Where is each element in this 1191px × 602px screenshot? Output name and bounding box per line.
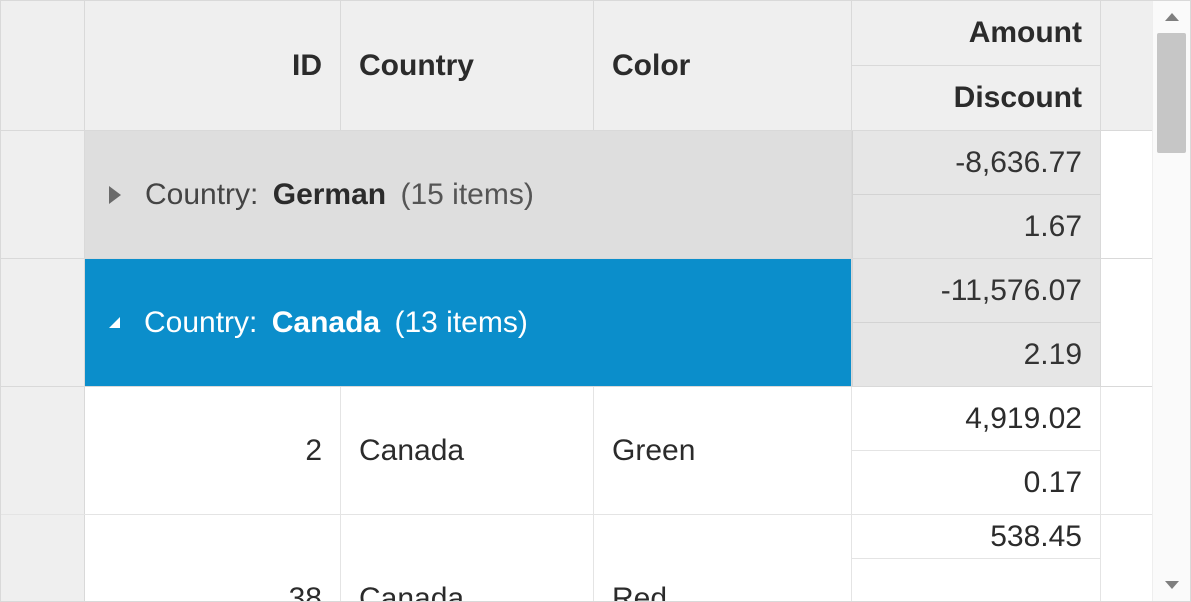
cell-country[interactable]: Canada (341, 387, 594, 514)
cell-country[interactable]: Canada (341, 515, 594, 601)
group-gutter (1, 259, 85, 386)
group-count: (15 items) (400, 178, 533, 212)
table-row[interactable]: 2 Canada Green 4,919.02 0.17 (1, 387, 1152, 515)
cell-discount[interactable] (852, 558, 1101, 601)
group-discount: 2.19 (852, 322, 1101, 386)
vertical-scrollbar[interactable] (1152, 1, 1190, 601)
expand-collapse-icon[interactable] (109, 186, 121, 204)
cell-country-text: Canada (359, 582, 464, 601)
group-row-german[interactable]: Country: German (15 items) -8,636.77 1.6… (1, 131, 1152, 259)
grid-scroll-region: ID Country Color Amount Discount Country… (1, 1, 1152, 601)
column-header-amount[interactable]: Amount (852, 1, 1101, 65)
cell-id[interactable]: 2 (85, 387, 341, 514)
group-gutter (1, 131, 85, 258)
column-header-row: ID Country Color Amount Discount (1, 1, 1152, 131)
cell-discount[interactable]: 0.17 (852, 450, 1101, 514)
group-aggregate: -11,576.07 2.19 (852, 259, 1101, 386)
expand-collapse-icon[interactable] (109, 317, 120, 328)
group-row-canada[interactable]: Country: Canada (13 items) -11,576.07 2.… (1, 259, 1152, 387)
group-aggregate: -8,636.77 1.67 (852, 131, 1101, 258)
group-field-label: Country: (145, 178, 258, 212)
cell-id-text: 38 (289, 582, 322, 601)
group-count: (13 items) (394, 306, 527, 340)
header-expander-spacer (1, 1, 85, 130)
group-header[interactable]: Country: German (15 items) (85, 131, 852, 258)
scroll-thumb[interactable] (1157, 33, 1186, 153)
column-header-color[interactable]: Color (594, 1, 852, 130)
group-value: Canada (272, 306, 380, 340)
chevron-up-icon (1165, 13, 1179, 21)
column-header-country[interactable]: Country (341, 1, 594, 130)
chevron-down-icon (1165, 581, 1179, 589)
cell-color[interactable]: Red (594, 515, 852, 601)
row-gutter (1, 387, 85, 514)
column-header-discount[interactable]: Discount (852, 65, 1101, 130)
cell-color-text: Red (612, 582, 667, 601)
group-value: German (273, 178, 386, 212)
scroll-track[interactable] (1153, 33, 1190, 569)
column-header-metrics: Amount Discount (852, 1, 1101, 130)
group-header[interactable]: Country: Canada (13 items) (85, 259, 852, 386)
cell-amount[interactable]: 4,919.02 (852, 387, 1101, 450)
cell-id[interactable]: 38 (85, 515, 341, 601)
cell-metrics: 4,919.02 0.17 (852, 387, 1101, 514)
cell-amount[interactable]: 538.45 (852, 515, 1101, 558)
scroll-up-button[interactable] (1153, 1, 1190, 33)
scroll-down-button[interactable] (1153, 569, 1190, 601)
group-discount: 1.67 (852, 194, 1101, 258)
group-field-label: Country: (144, 306, 257, 340)
table-row[interactable]: 38 Canada Red 538.45 (1, 515, 1152, 601)
cell-metrics: 538.45 (852, 515, 1101, 601)
column-header-id[interactable]: ID (85, 1, 341, 130)
group-amount: -8,636.77 (852, 131, 1101, 194)
group-amount: -11,576.07 (852, 259, 1101, 322)
row-gutter (1, 515, 85, 601)
grid-container: ID Country Color Amount Discount Country… (0, 0, 1191, 602)
cell-color[interactable]: Green (594, 387, 852, 514)
